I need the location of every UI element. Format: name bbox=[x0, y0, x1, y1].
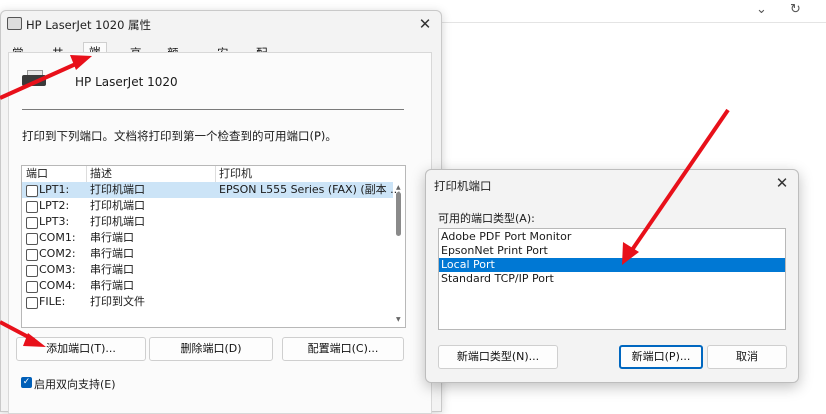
port-checkbox[interactable] bbox=[26, 297, 38, 309]
port-description: 打印机端口 bbox=[90, 183, 145, 196]
list-item[interactable]: COM1: 串行端口 bbox=[22, 230, 393, 246]
printer-icon bbox=[22, 70, 46, 86]
port-description: 打印到文件 bbox=[90, 295, 145, 308]
column-header-port[interactable]: 端口 bbox=[26, 166, 48, 182]
port-checkbox[interactable] bbox=[26, 201, 38, 213]
scroll-up-icon[interactable]: ▲ bbox=[396, 184, 401, 191]
scrollbar[interactable]: ▲ ▼ bbox=[394, 182, 404, 326]
instruction-text: 打印到下列端口。文档将打印到第一个检查到的可用端口(P)。 bbox=[22, 129, 337, 143]
bidirectional-checkbox[interactable]: ✓ bbox=[21, 377, 32, 388]
port-name: FILE: bbox=[39, 295, 66, 308]
dialog-title: HP LaserJet 1020 属性 bbox=[26, 18, 152, 32]
list-item[interactable]: LPT2: 打印机端口 bbox=[22, 198, 393, 214]
port-checkbox[interactable] bbox=[26, 185, 38, 197]
port-types-label: 可用的端口类型(A): bbox=[438, 212, 535, 225]
title-bar: HP LaserJet 1020 属性 ✕ bbox=[1, 11, 441, 39]
list-item[interactable]: COM4: 串行端口 bbox=[22, 278, 393, 294]
port-description: 串行端口 bbox=[90, 247, 134, 260]
port-type-list[interactable]: Adobe PDF Port Monitor EpsonNet Print Po… bbox=[438, 228, 786, 330]
list-item[interactable]: Standard TCP/IP Port bbox=[439, 272, 785, 286]
port-checkbox[interactable] bbox=[26, 233, 38, 245]
port-printer: EPSON L555 Series (FAX) (副本 ... bbox=[219, 183, 401, 196]
background-toolbar: ⌄ ↻ bbox=[440, 0, 826, 23]
list-item[interactable]: COM3: 串行端口 bbox=[22, 262, 393, 278]
list-item[interactable]: Adobe PDF Port Monitor bbox=[439, 230, 785, 244]
printer-ports-dialog: 打印机端口 ✕ 可用的端口类型(A): Adobe PDF Port Monit… bbox=[425, 169, 799, 383]
configure-port-button[interactable]: 配置端口(C)... bbox=[282, 337, 404, 361]
list-item[interactable]: COM2: 串行端口 bbox=[22, 246, 393, 262]
port-name: LPT2: bbox=[39, 199, 70, 212]
cancel-button[interactable]: 取消 bbox=[707, 345, 787, 369]
port-name: LPT1: bbox=[39, 183, 70, 196]
refresh-icon[interactable]: ↻ bbox=[790, 2, 801, 17]
port-description: 打印机端口 bbox=[90, 199, 145, 212]
port-checkbox[interactable] bbox=[26, 249, 38, 261]
divider bbox=[22, 109, 404, 110]
add-port-button[interactable]: 添加端口(T)... bbox=[16, 337, 146, 361]
chevron-down-icon[interactable]: ⌄ bbox=[756, 2, 767, 17]
close-icon[interactable]: ✕ bbox=[413, 13, 437, 35]
port-list[interactable]: 端口 描述 打印机 LPT1: 打印机端口 EPSON L555 Series … bbox=[21, 165, 406, 328]
delete-port-button[interactable]: 删除端口(D) bbox=[149, 337, 273, 361]
port-description: 串行端口 bbox=[90, 231, 134, 244]
printer-icon bbox=[7, 17, 22, 30]
printer-name: HP LaserJet 1020 bbox=[75, 75, 178, 89]
column-header-description[interactable]: 描述 bbox=[90, 166, 112, 182]
new-port-button[interactable]: 新端口(P)... bbox=[619, 345, 703, 369]
port-description: 串行端口 bbox=[90, 263, 134, 276]
list-item[interactable]: LPT1: 打印机端口 EPSON L555 Series (FAX) (副本 … bbox=[22, 182, 401, 198]
port-checkbox[interactable] bbox=[26, 265, 38, 277]
scroll-down-icon[interactable]: ▼ bbox=[396, 316, 401, 323]
column-header-printer[interactable]: 打印机 bbox=[219, 166, 252, 182]
list-item[interactable]: FILE: 打印到文件 bbox=[22, 294, 393, 310]
port-description: 打印机端口 bbox=[90, 215, 145, 228]
bidirectional-label: 启用双向支持(E) bbox=[34, 378, 116, 391]
port-name: COM2: bbox=[39, 247, 76, 260]
port-description: 串行端口 bbox=[90, 279, 134, 292]
ports-dialog-title: 打印机端口 bbox=[434, 179, 492, 193]
list-item[interactable]: EpsonNet Print Port bbox=[439, 244, 785, 258]
port-name: COM4: bbox=[39, 279, 76, 292]
port-checkbox[interactable] bbox=[26, 217, 38, 229]
port-name: COM1: bbox=[39, 231, 76, 244]
new-port-type-button[interactable]: 新端口类型(N)... bbox=[438, 345, 558, 369]
close-icon[interactable]: ✕ bbox=[770, 172, 794, 194]
port-checkbox[interactable] bbox=[26, 281, 38, 293]
port-name: COM3: bbox=[39, 263, 76, 276]
port-name: LPT3: bbox=[39, 215, 70, 228]
scrollbar-thumb[interactable] bbox=[396, 192, 401, 236]
list-item[interactable]: LPT3: 打印机端口 bbox=[22, 214, 393, 230]
list-item-selected[interactable]: Local Port bbox=[439, 258, 785, 272]
